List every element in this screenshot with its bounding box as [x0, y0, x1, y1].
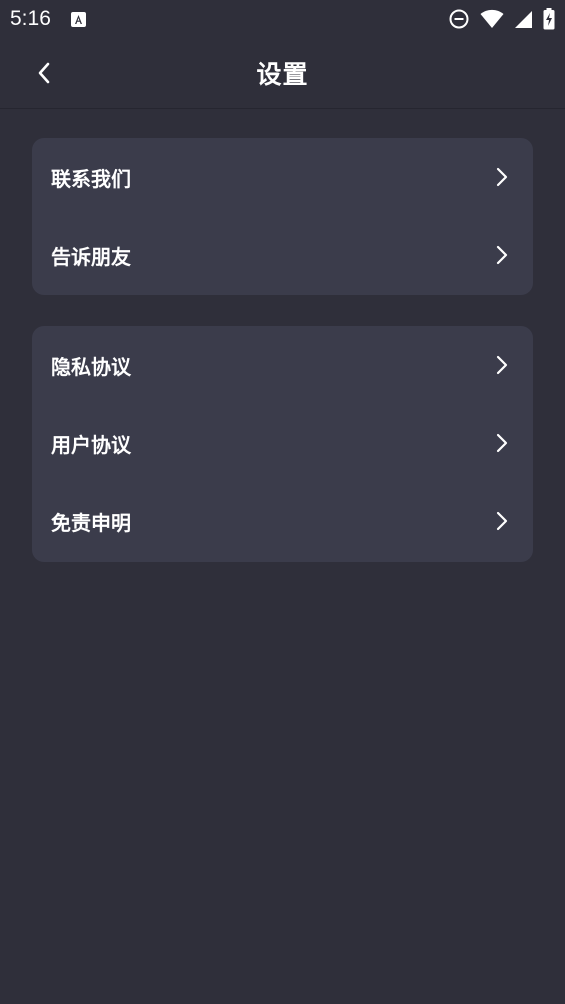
do-not-disturb-icon: [448, 8, 470, 30]
header: 设置: [0, 38, 565, 109]
settings-group-1: 联系我们 告诉朋友: [32, 138, 533, 295]
signal-icon: [514, 10, 533, 29]
chevron-left-icon: [38, 62, 50, 84]
status-bar: 5:16: [0, 0, 565, 38]
menu-item-contact-us[interactable]: 联系我们: [32, 138, 533, 216]
menu-item-label: 隐私协议: [51, 354, 131, 379]
menu-item-label: 用户协议: [51, 432, 131, 457]
font-a-icon: [70, 11, 86, 27]
battery-charging-icon: [543, 8, 555, 30]
wifi-icon: [480, 9, 504, 29]
status-icons: [448, 8, 555, 30]
menu-item-label: 联系我们: [51, 166, 131, 191]
menu-item-tell-friends[interactable]: 告诉朋友: [32, 216, 533, 294]
back-button[interactable]: [30, 59, 58, 87]
menu-item-label: 告诉朋友: [51, 244, 131, 269]
chevron-right-icon: [493, 244, 511, 266]
menu-item-privacy-policy[interactable]: 隐私协议: [32, 326, 533, 404]
status-time: 5:16: [10, 7, 51, 30]
chevron-right-icon: [493, 354, 511, 376]
chevron-right-icon: [493, 432, 511, 454]
chevron-right-icon: [493, 166, 511, 188]
menu-item-label: 免责申明: [51, 510, 131, 535]
menu-item-disclaimer[interactable]: 免责申明: [32, 482, 533, 560]
page-title: 设置: [256, 60, 309, 89]
chevron-right-icon: [493, 510, 511, 532]
settings-group-2: 隐私协议 用户协议 免责申明: [32, 326, 533, 562]
menu-item-user-agreement[interactable]: 用户协议: [32, 404, 533, 482]
